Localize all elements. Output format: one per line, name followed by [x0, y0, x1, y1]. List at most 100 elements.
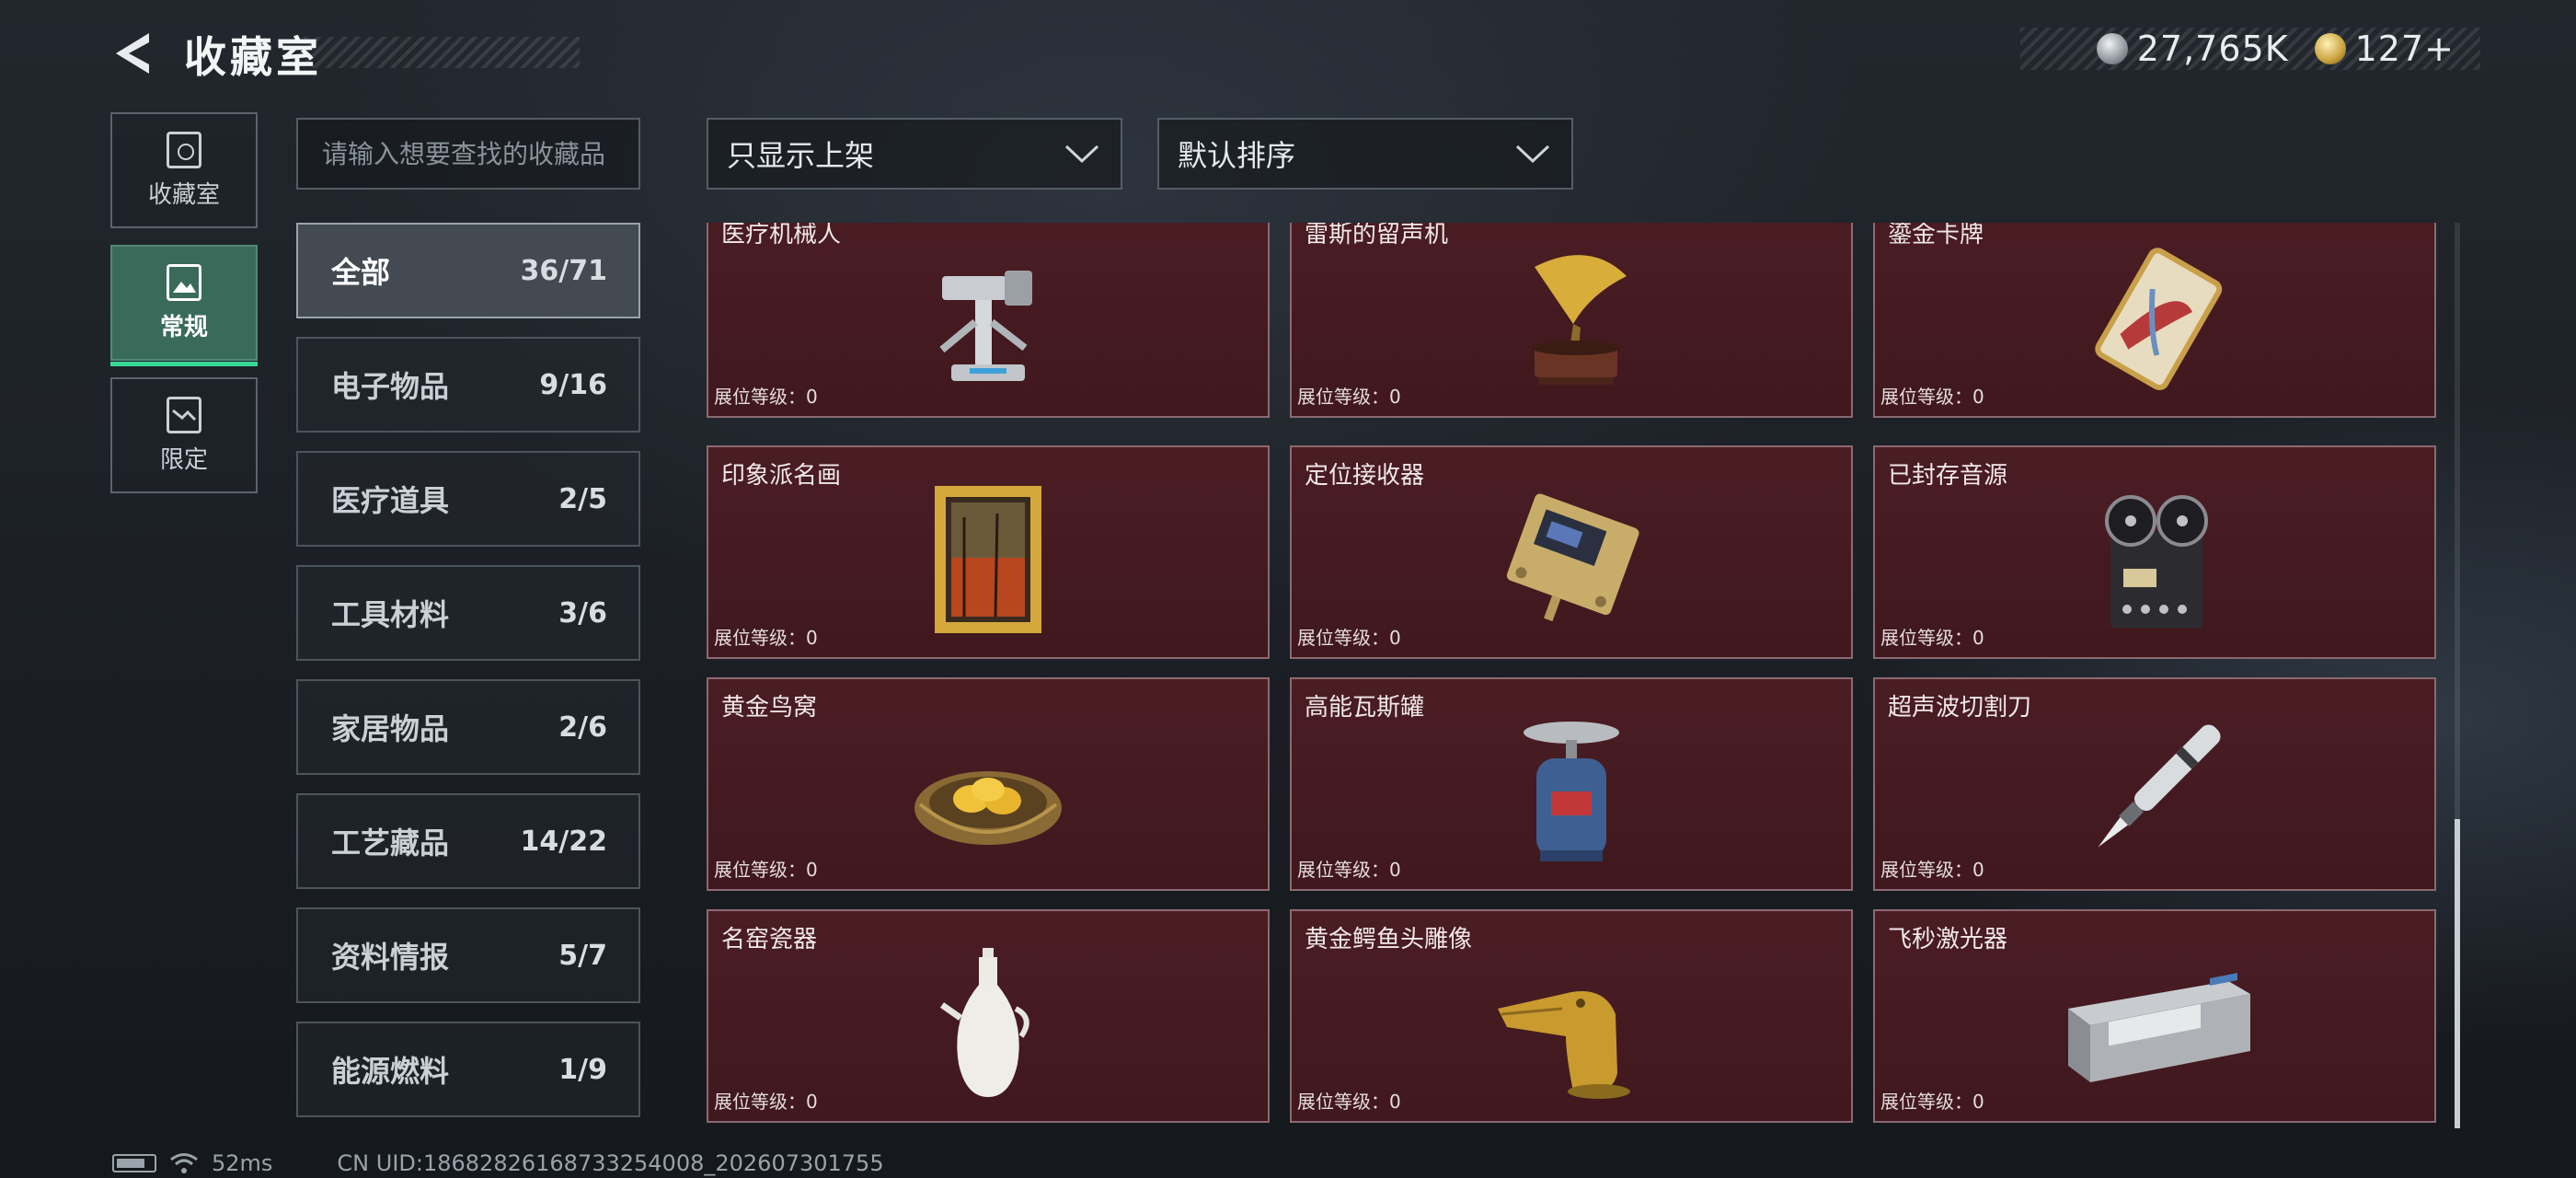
- category-energy[interactable]: 能源燃料 1/9: [296, 1022, 640, 1117]
- display-level: 展位等级：0: [714, 386, 818, 408]
- item-card[interactable]: 印象派名画 展位等级：0: [707, 445, 1270, 659]
- gold-currency-value: 127+: [2354, 29, 2455, 69]
- item-card[interactable]: 高能瓦斯罐 展位等级：0: [1290, 677, 1853, 891]
- silver-currency-value: 27,765K: [2136, 29, 2289, 69]
- collection-grid: 医疗机械人 展位等级：0 雷斯的留声机 展位等级：0 鎏金卡牌 展位等级：0 印…: [707, 223, 2438, 1130]
- mode-label: 限定: [159, 445, 208, 474]
- regular-collection-icon: [167, 263, 201, 301]
- femtosecond-laser-icon: [2068, 973, 2250, 1082]
- currency-bar: 27,765K 127+: [2020, 28, 2480, 70]
- uid-text: CN UID:18682826168733254008_202607301755: [337, 1150, 884, 1176]
- category-name: 家居物品: [331, 711, 450, 746]
- ping-value: 52ms: [212, 1150, 273, 1176]
- item-name: 雷斯的留声机: [1305, 223, 1449, 248]
- category-electronics[interactable]: 电子物品 9/16: [296, 337, 640, 433]
- mode-tab-collection-room[interactable]: 收藏室: [110, 112, 258, 228]
- item-name: 定位接收器: [1305, 462, 1425, 490]
- title-decoration: [304, 37, 580, 68]
- cabinet-icon: [167, 131, 201, 168]
- item-name: 已封存音源: [1888, 462, 2008, 490]
- item-name: 超声波切割刀: [1888, 694, 2032, 722]
- category-name: 医疗道具: [331, 483, 450, 518]
- chevron-down-icon: [1064, 144, 1099, 164]
- scrollbar-thumb[interactable]: [2455, 819, 2460, 1128]
- item-name: 名窑瓷器: [721, 926, 818, 953]
- crocodile-statue-icon: [1498, 991, 1630, 1099]
- category-name: 能源燃料: [331, 1054, 450, 1089]
- mode-label: 常规: [159, 313, 208, 341]
- category-tools[interactable]: 工具材料 3/6: [296, 565, 640, 661]
- active-indicator: [110, 362, 258, 366]
- item-name: 黄金鳄鱼头雕像: [1305, 926, 1473, 953]
- medical-robot-icon: [939, 271, 1032, 381]
- mode-tab-limited[interactable]: 限定: [110, 377, 258, 493]
- category-count: 36/71: [520, 254, 607, 287]
- category-name: 电子物品: [331, 369, 450, 404]
- display-level: 展位等级：0: [714, 859, 818, 881]
- category-household[interactable]: 家居物品 2/6: [296, 679, 640, 775]
- item-card[interactable]: 飞秒激光器 展位等级：0: [1873, 909, 2436, 1123]
- item-name: 鎏金卡牌: [1888, 223, 1984, 248]
- ultrasonic-knife-icon: [2098, 724, 2221, 848]
- item-card[interactable]: 黄金鸟窝 展位等级：0: [707, 677, 1270, 891]
- category-count: 2/6: [558, 710, 607, 744]
- display-level: 展位等级：0: [714, 1091, 818, 1113]
- item-name: 印象派名画: [721, 462, 842, 490]
- display-level: 展位等级：0: [1297, 386, 1401, 408]
- shelf-filter-dropdown[interactable]: 只显示上架: [707, 118, 1122, 190]
- category-count: 14/22: [520, 825, 607, 858]
- category-crafts[interactable]: 工艺藏品 14/22: [296, 793, 640, 889]
- mode-label: 收藏室: [147, 180, 220, 209]
- back-button[interactable]: [109, 28, 160, 79]
- reel-recorder-icon: [2105, 495, 2208, 628]
- display-level: 展位等级：0: [1880, 627, 1984, 649]
- item-name: 高能瓦斯罐: [1305, 694, 1425, 722]
- item-name: 飞秒激光器: [1888, 926, 2008, 953]
- category-count: 5/7: [558, 939, 607, 972]
- item-card[interactable]: 雷斯的留声机 展位等级：0: [1290, 223, 1853, 418]
- display-level: 展位等级：0: [1880, 859, 1984, 881]
- item-card[interactable]: 已封存音源 展位等级：0: [1873, 445, 2436, 659]
- category-medical[interactable]: 医疗道具 2/5: [296, 451, 640, 547]
- display-level: 展位等级：0: [1880, 1091, 1984, 1113]
- category-count: 1/9: [558, 1053, 607, 1086]
- category-all[interactable]: 全部 36/71: [296, 223, 640, 318]
- item-card[interactable]: 超声波切割刀 展位等级：0: [1873, 677, 2436, 891]
- item-card[interactable]: 定位接收器 展位等级：0: [1290, 445, 1853, 659]
- display-level: 展位等级：0: [714, 627, 818, 649]
- category-count: 3/6: [558, 596, 607, 629]
- item-card[interactable]: 医疗机械人 展位等级：0: [707, 223, 1270, 418]
- display-level: 展位等级：0: [1297, 859, 1401, 881]
- category-intel[interactable]: 资料情报 5/7: [296, 907, 640, 1003]
- mode-tab-regular[interactable]: 常规: [110, 245, 258, 366]
- item-name: 黄金鸟窝: [721, 694, 818, 722]
- chevron-down-icon: [1515, 144, 1550, 164]
- category-name: 工艺藏品: [331, 826, 450, 860]
- item-card[interactable]: 鎏金卡牌 展位等级：0: [1873, 223, 2436, 418]
- sort-dropdown[interactable]: 默认排序: [1157, 118, 1573, 190]
- painting-icon: [935, 486, 1041, 633]
- gas-canister-icon: [1524, 722, 1619, 861]
- gold-coin-icon: [2314, 33, 2346, 64]
- back-arrow-icon: [116, 33, 149, 74]
- category-name: 工具材料: [331, 597, 450, 632]
- item-card[interactable]: 黄金鳄鱼头雕像 展位等级：0: [1290, 909, 1853, 1123]
- category-count: 2/5: [558, 482, 607, 515]
- item-name: 医疗机械人: [721, 223, 842, 248]
- porcelain-vase-icon: [939, 948, 1029, 1097]
- golden-nest-icon: [914, 771, 1062, 845]
- sort-label: 默认排序: [1178, 138, 1296, 173]
- shelf-filter-label: 只显示上架: [727, 138, 875, 173]
- receiver-icon: [1506, 493, 1639, 622]
- battery-icon: [112, 1154, 156, 1172]
- category-count: 9/16: [539, 368, 607, 401]
- display-level: 展位等级：0: [1297, 627, 1401, 649]
- search-input[interactable]: [296, 118, 640, 190]
- status-bar: 52ms CN UID:18682826168733254008_2026073…: [112, 1149, 884, 1178]
- gilded-card-icon: [2095, 248, 2223, 391]
- silver-coin-icon: [2096, 33, 2128, 64]
- category-name: 资料情报: [331, 940, 450, 975]
- wifi-icon: [170, 1153, 198, 1173]
- display-level: 展位等级：0: [1880, 386, 1984, 408]
- item-card[interactable]: 名窑瓷器 展位等级：0: [707, 909, 1270, 1123]
